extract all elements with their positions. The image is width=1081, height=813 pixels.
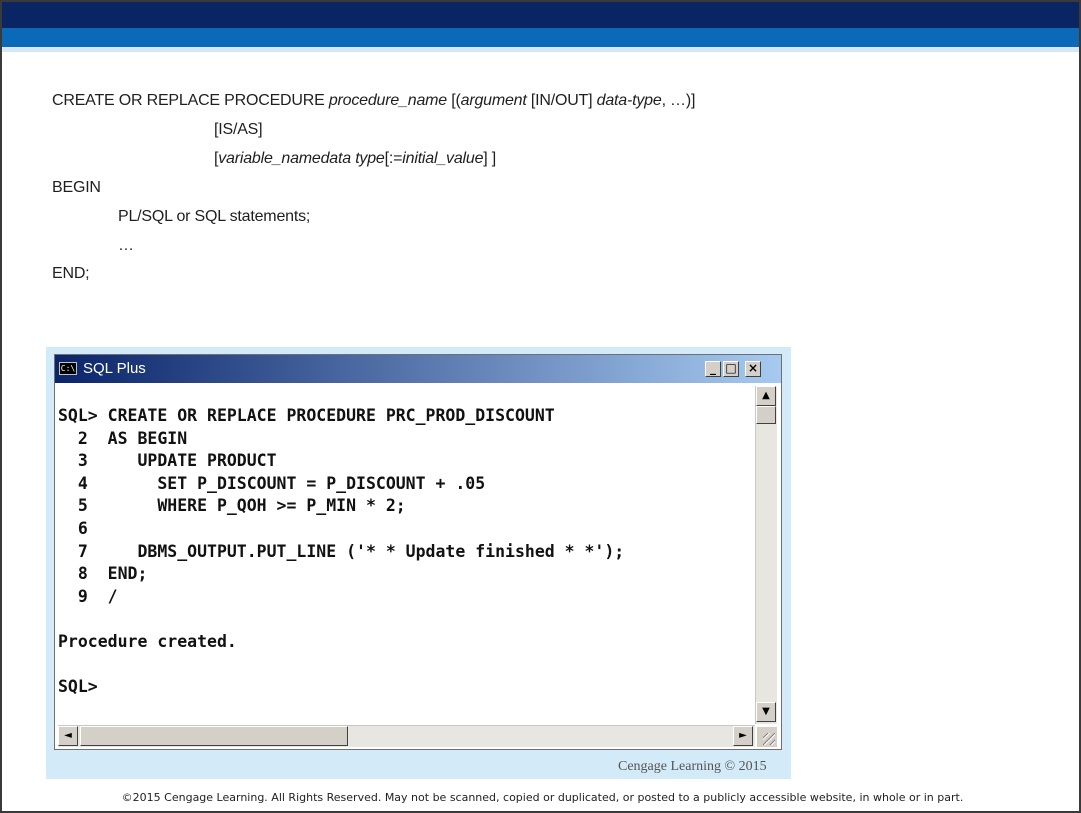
maximize-button[interactable]: □ [723, 361, 739, 377]
vertical-scrollbar[interactable]: ▲ ▼ [755, 386, 777, 724]
console-line: Procedure created. [58, 632, 237, 651]
console-line: 8 END; [58, 564, 148, 584]
image-credit: Cengage Learning © 2015 [618, 759, 767, 774]
console-output[interactable]: SQL> CREATE OR REPLACE PROCEDURE PRC_PRO… [58, 405, 748, 725]
syntax-line-6: … [118, 237, 134, 254]
sqlplus-window: C:\ SQL Plus _ □ × SQL> CREATE OR REPLAC… [54, 354, 782, 750]
horizontal-scrollbar[interactable]: ◄ ► [58, 725, 755, 747]
syntax-text: [( [447, 92, 461, 109]
scroll-left-button[interactable]: ◄ [58, 726, 78, 746]
resize-grip-icon[interactable] [757, 727, 777, 747]
syntax-param: variable_namedata type [218, 150, 385, 167]
syntax-line-4: BEGIN [52, 179, 101, 196]
close-button[interactable]: × [745, 361, 761, 377]
scroll-right-button[interactable]: ► [733, 726, 753, 746]
syntax-text: [:= [384, 150, 403, 167]
horizontal-scroll-thumb[interactable] [80, 726, 348, 746]
console-line: 9 / [58, 586, 118, 606]
console-line: SQL> CREATE OR REPLACE PROCEDURE PRC_PRO… [58, 406, 555, 425]
console-line: 7 DBMS_OUTPUT.PUT_LINE ('* * Update fini… [58, 541, 625, 561]
window-title: SQL Plus [83, 360, 146, 377]
syntax-line-1: CREATE OR REPLACE PROCEDURE procedure_na… [52, 90, 695, 112]
syntax-param: data-type [596, 92, 662, 109]
syntax-line-5: PL/SQL or SQL statements; [118, 208, 311, 225]
syntax-text: , …)] [661, 92, 696, 109]
console-line: 5 WHERE P_QOH >= P_MIN * 2; [58, 496, 406, 516]
scroll-down-button[interactable]: ▼ [756, 702, 776, 722]
copyright-footer: ©2015 Cengage Learning. All Rights Reser… [121, 791, 964, 804]
syntax-line-2: [IS/AS] [214, 121, 263, 138]
syntax-text: [IN/OUT] [526, 92, 597, 109]
vertical-scroll-thumb[interactable] [756, 406, 776, 424]
syntax-keyword: CREATE OR REPLACE PROCEDURE [52, 92, 329, 109]
syntax-line-3: [variable_namedata type[:=initial_value]… [214, 148, 496, 170]
syntax-param: initial_value [402, 150, 484, 167]
syntax-param: argument [460, 92, 527, 109]
syntax-param: procedure_name [328, 92, 447, 109]
console-icon: C:\ [59, 362, 77, 375]
header-banner-blue [2, 28, 1079, 47]
header-banner-dark [2, 2, 1079, 28]
syntax-line-7: END; [52, 265, 90, 282]
console-line: 6 [58, 519, 88, 538]
console-line: SQL> [58, 677, 98, 697]
minimize-button[interactable]: _ [705, 361, 721, 377]
console-line: 2 AS BEGIN [58, 428, 188, 448]
console-line: 3 UPDATE PRODUCT [58, 451, 277, 471]
syntax-text: ] ] [483, 150, 497, 167]
header-banner-light [2, 47, 1079, 52]
console-line: 4 SET P_DISCOUNT = P_DISCOUNT + .05 [58, 473, 486, 493]
slide: CREATE OR REPLACE PROCEDURE procedure_na… [0, 0, 1081, 813]
window-titlebar[interactable]: C:\ SQL Plus _ □ × [55, 355, 781, 383]
scroll-up-button[interactable]: ▲ [756, 386, 776, 406]
